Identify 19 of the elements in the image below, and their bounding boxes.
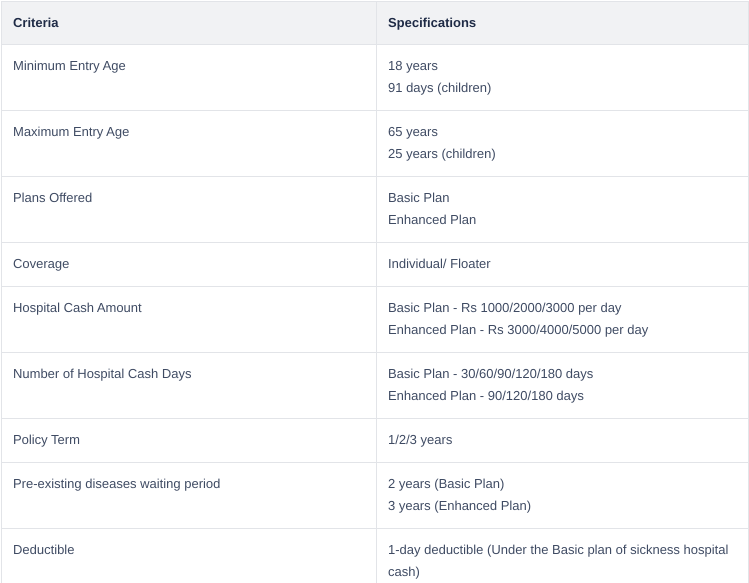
specification-cell: 65 years 25 years (children) <box>376 110 748 176</box>
criteria-cell: Policy Term <box>2 418 376 462</box>
criteria-cell: Hospital Cash Amount <box>2 286 376 352</box>
specification-cell: Basic Plan Enhanced Plan <box>376 176 748 242</box>
specification-cell: 18 years 91 days (children) <box>376 44 748 110</box>
criteria-cell: Maximum Entry Age <box>2 110 376 176</box>
criteria-cell: Number of Hospital Cash Days <box>2 352 376 418</box>
criteria-cell: Pre-existing diseases waiting period <box>2 462 376 528</box>
specification-cell: 2 years (Basic Plan) 3 years (Enhanced Plan) <box>376 462 748 528</box>
criteria-cell: Coverage <box>2 242 376 286</box>
specification-cell: Basic Plan - Rs 1000/2000/3000 per day Enhanced Plan - Rs 3000/4000/5000 per day <box>376 286 748 352</box>
specification-cell: Basic Plan - 30/60/90/120/180 days Enhanced Plan - 90/120/180 days <box>376 352 748 418</box>
criteria-cell: Deductible <box>2 528 376 583</box>
specification-cell: Individual/ Floater <box>376 242 748 286</box>
column-header: Specifications <box>376 2 748 44</box>
criteria-cell: Plans Offered <box>2 176 376 242</box>
specification-cell: 1/2/3 years <box>376 418 748 462</box>
column-header: Criteria <box>2 2 376 44</box>
criteria-cell: Minimum Entry Age <box>2 44 376 110</box>
